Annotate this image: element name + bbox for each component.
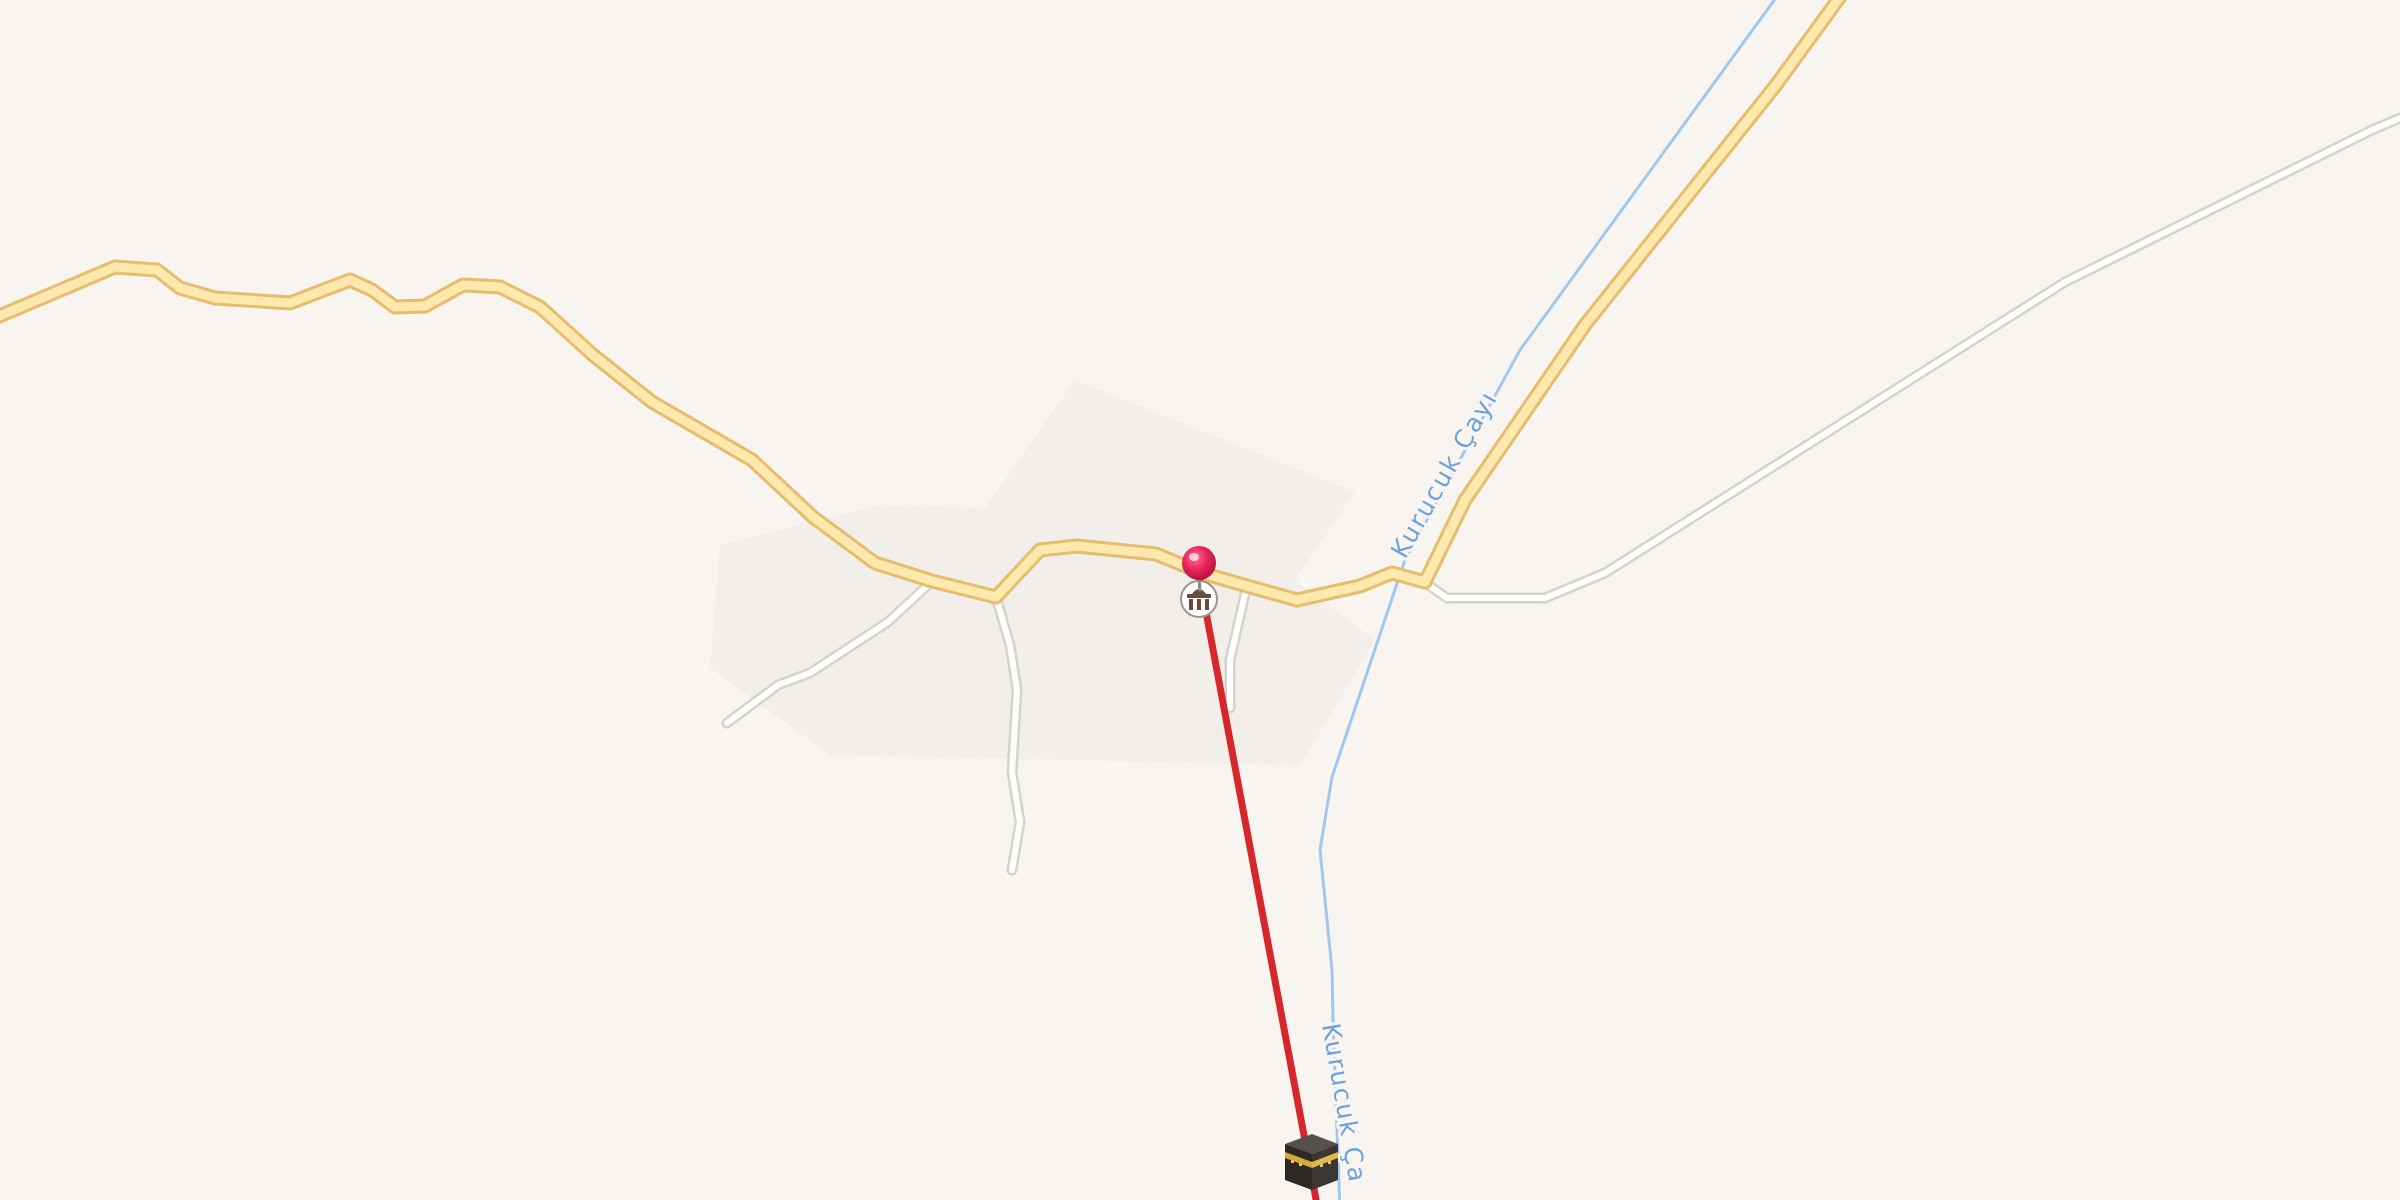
pin-icon bbox=[1182, 546, 1216, 580]
map-canvas[interactable]: Kurucuk Çayı Kurucuk Ça bbox=[0, 0, 2400, 1200]
kaaba-marker[interactable] bbox=[1285, 1134, 1338, 1190]
kaaba-icon bbox=[1285, 1134, 1338, 1190]
